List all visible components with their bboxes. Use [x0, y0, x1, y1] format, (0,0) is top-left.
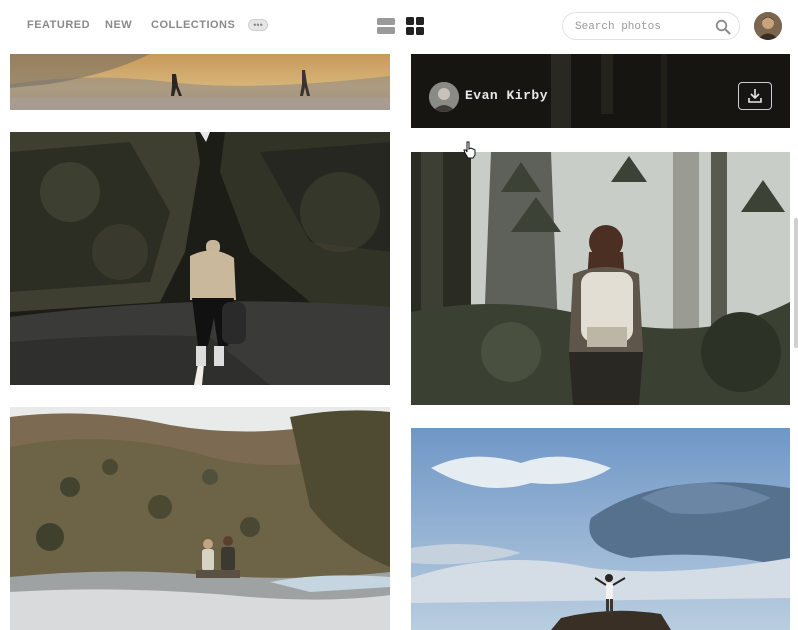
hand-cursor-icon [463, 141, 477, 159]
search-input[interactable] [573, 18, 717, 36]
page-scrollbar[interactable] [794, 218, 798, 348]
nav-featured[interactable]: FEATURED [27, 19, 90, 31]
photo-dark-forest[interactable]: Evan Kirby [411, 54, 790, 128]
grid-view-icon[interactable] [405, 16, 425, 36]
top-navigation: FEATURED NEW COLLECTIONS ••• [0, 0, 798, 52]
nav-collections[interactable]: COLLECTIONS [151, 19, 235, 31]
search-icon[interactable] [715, 19, 731, 35]
nav-new[interactable]: NEW [105, 19, 132, 31]
photo-canyon-road-hiker[interactable] [10, 132, 390, 385]
photo-hillside-couple[interactable] [10, 407, 390, 630]
photo-forest-backpacker[interactable] [411, 152, 790, 405]
search-box [562, 12, 740, 40]
more-menu-button[interactable]: ••• [248, 19, 268, 31]
author-avatar[interactable] [429, 82, 459, 112]
author-name[interactable]: Evan Kirby [465, 88, 548, 103]
user-avatar[interactable] [754, 12, 782, 40]
download-icon[interactable] [738, 82, 772, 110]
list-view-icon[interactable] [376, 16, 396, 36]
photo-summit-sky[interactable] [411, 428, 790, 630]
photo-desert-walk[interactable] [10, 54, 390, 110]
